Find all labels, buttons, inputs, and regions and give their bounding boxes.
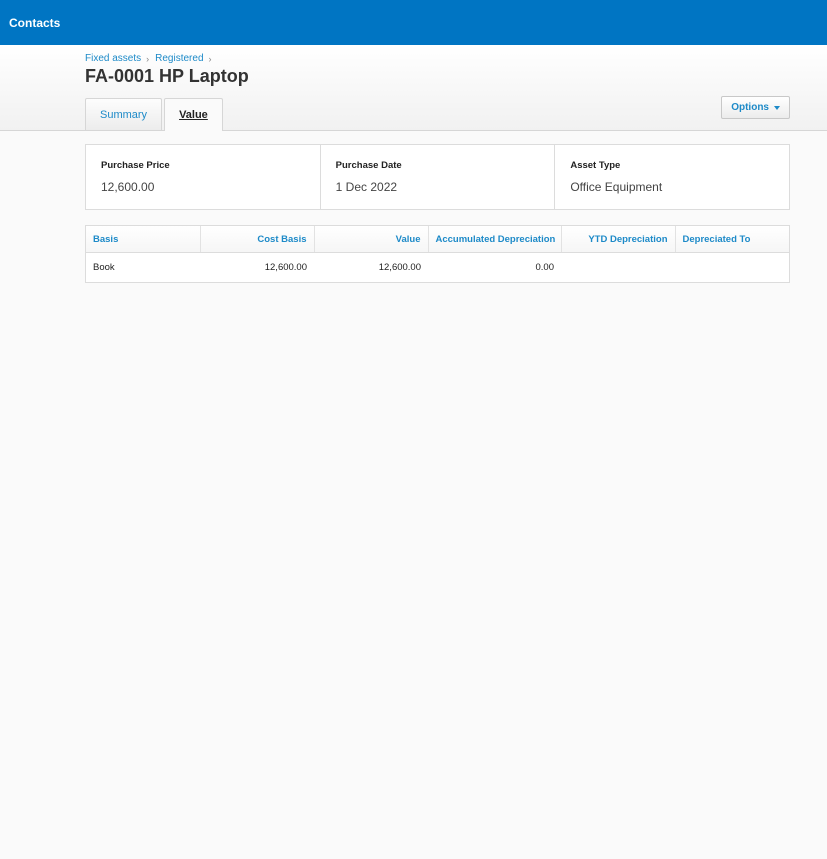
nav-contacts-link[interactable]: Contacts [9,16,60,30]
purchase-price-value: 12,600.00 [101,180,155,194]
purchase-price-cell: Purchase Price 12,600.00 [86,145,321,209]
caret-down-icon [774,105,780,110]
table-row: Book 12,600.00 12,600.00 0.00 [86,253,789,283]
tab-value[interactable]: Value [164,98,223,131]
breadcrumb-separator-icon: › [146,53,150,64]
column-header-accumulated-depreciation[interactable]: Accumulated Depreciation [428,226,562,253]
asset-type-label: Asset Type [570,160,621,171]
cell-ytd-depreciation [561,253,675,283]
page-title: FA-0001 HP Laptop [85,66,249,86]
options-button[interactable]: Options [721,96,790,119]
page-header: Fixed assets › Registered › FA-0001 HP L… [0,45,827,131]
cell-depreciated-to [675,253,789,283]
column-header-depreciated-to[interactable]: Depreciated To [675,226,789,253]
depreciation-value-table: Basis Cost Basis Value Accumulated Depre… [85,225,790,283]
purchase-price-label: Purchase Price [101,160,170,171]
asset-type-cell: Asset Type Office Equipment [555,145,789,209]
cell-accumulated-depreciation: 0.00 [535,262,555,273]
breadcrumb-separator-icon: › [208,53,212,64]
asset-summary-panel: Purchase Price 12,600.00 Purchase Date 1… [85,144,790,210]
tab-summary[interactable]: Summary [85,98,163,130]
options-button-label: Options [731,102,769,113]
asset-type-value: Office Equipment [570,180,663,194]
tab-bar: Summary Value [85,98,223,131]
column-header-cost-basis[interactable]: Cost Basis [200,226,315,253]
column-header-ytd-depreciation[interactable]: YTD Depreciation [561,226,676,253]
purchase-date-label: Purchase Date [335,160,402,171]
breadcrumb: Fixed assets › Registered › [85,53,218,64]
table-header-row: Basis Cost Basis Value Accumulated Depre… [86,226,789,253]
cell-cost-basis: 12,600.00 [264,262,307,273]
purchase-date-cell: Purchase Date 1 Dec 2022 [321,145,556,209]
breadcrumb-fixed-assets[interactable]: Fixed assets [85,53,141,64]
top-navigation-bar: Contacts [0,0,827,45]
breadcrumb-registered[interactable]: Registered [155,53,203,64]
cell-value: 12,600.00 [378,262,421,273]
purchase-date-value: 1 Dec 2022 [335,180,398,194]
cell-basis: Book [93,262,115,273]
column-header-basis[interactable]: Basis [86,226,201,253]
column-header-value[interactable]: Value [314,226,429,253]
